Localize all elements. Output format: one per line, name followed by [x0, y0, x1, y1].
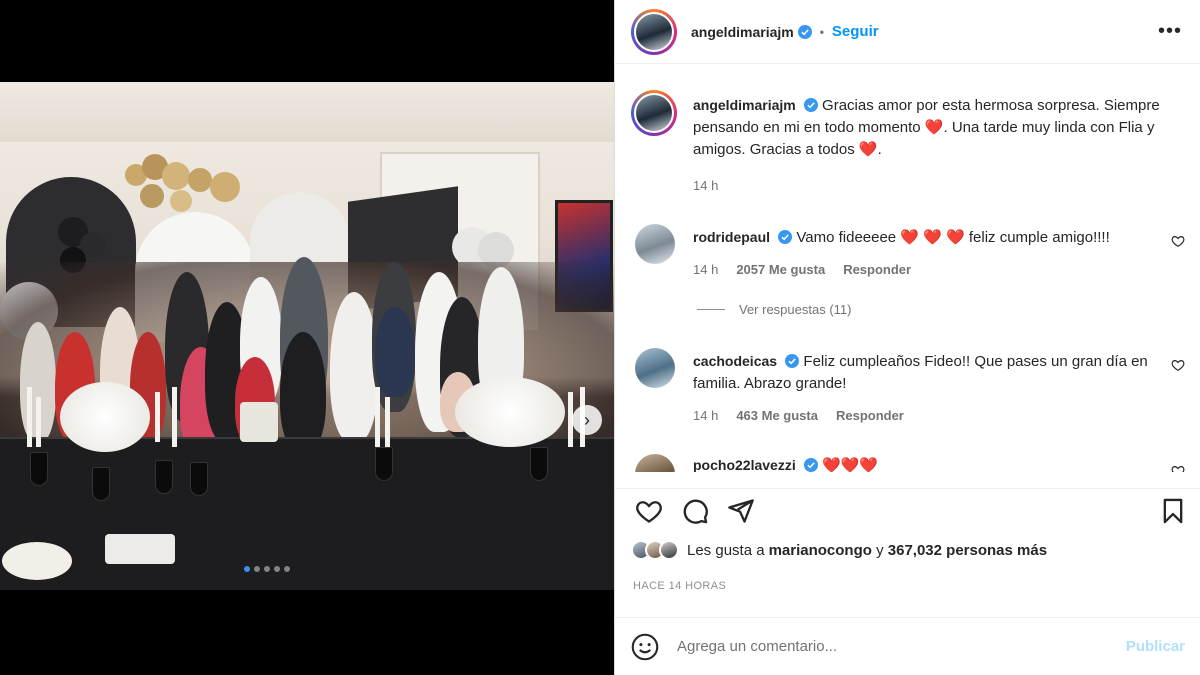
action-bar: [615, 488, 1200, 530]
comment-input[interactable]: [677, 638, 1126, 655]
carousel-dot-2: [254, 566, 260, 572]
comment-username[interactable]: rodridepaul: [693, 229, 770, 245]
post-media: ›: [0, 0, 614, 675]
liker-username[interactable]: marianocongo: [769, 542, 872, 559]
like-icon[interactable]: [635, 497, 663, 525]
verified-icon: [803, 458, 818, 472]
caption-text: .: [877, 141, 882, 158]
like-comment-icon[interactable]: [1171, 464, 1185, 472]
like-comment-icon[interactable]: [1171, 358, 1185, 372]
comment-item: rodridepaul Vamo fideeeee ❤️ ❤️ ❤️ feliz…: [631, 224, 1191, 344]
comment-time: 14 h: [693, 408, 719, 423]
commenter-avatar[interactable]: [635, 454, 675, 472]
author-avatar[interactable]: [631, 8, 677, 55]
view-replies-label: Ver respuestas (11): [739, 302, 852, 317]
commenter-avatar[interactable]: [635, 224, 675, 264]
comments-list[interactable]: angeldimariajm Gracias amor por esta her…: [615, 72, 1200, 472]
reply-button[interactable]: Responder: [836, 408, 904, 423]
view-replies-button[interactable]: Ver respuestas (11): [697, 302, 851, 317]
emoji-icon[interactable]: [631, 633, 659, 661]
share-icon[interactable]: [727, 497, 755, 525]
next-photo-button[interactable]: ›: [572, 405, 602, 435]
comment-time: 14 h: [693, 262, 719, 277]
comment-item: pocho22lavezzi ❤️❤️❤️: [631, 454, 1191, 472]
post-caption: angeldimariajm Gracias amor por esta her…: [631, 90, 1191, 200]
verified-icon: [785, 354, 800, 368]
post-panel: angeldimariajm • Seguir ••• angeldimaria…: [614, 0, 1200, 675]
carousel-dot-4: [274, 566, 280, 572]
carousel-dots: [244, 566, 290, 572]
comment-text: feliz cumple amigo!!!!: [964, 229, 1110, 246]
comment-likes[interactable]: 2057 Me gusta: [736, 262, 825, 277]
heart-emoji: ❤️: [924, 119, 944, 136]
likes-prefix: Les gusta a: [687, 541, 765, 559]
verified-icon: [797, 24, 812, 39]
post-timestamp[interactable]: HACE 14 HORAS: [633, 580, 726, 592]
verified-icon: [803, 98, 818, 112]
replies-line: [697, 309, 725, 310]
likers-avatars[interactable]: [631, 540, 679, 560]
carousel-dot-1: [244, 566, 250, 572]
heart-emoji: ❤️❤️❤️: [822, 457, 879, 472]
more-options-icon[interactable]: •••: [1158, 21, 1182, 41]
comment-composer: Publicar: [615, 617, 1200, 675]
follow-button[interactable]: Seguir: [832, 23, 879, 40]
caption-username[interactable]: angeldimariajm: [693, 97, 796, 113]
save-icon[interactable]: [1159, 497, 1187, 525]
post-photo[interactable]: ›: [0, 82, 614, 590]
likes-middle: y: [871, 541, 888, 559]
comment-icon[interactable]: [681, 497, 709, 525]
publish-button[interactable]: Publicar: [1126, 638, 1185, 655]
comment-username[interactable]: pocho22lavezzi: [693, 457, 796, 472]
heart-emoji: ❤️: [858, 141, 878, 158]
photo-table: [0, 437, 614, 590]
comment-item: cachodeicas Feliz cumpleaños Fideo!! Que…: [631, 348, 1191, 438]
heart-emoji: ❤️ ❤️ ❤️: [900, 229, 965, 246]
photo-ceiling: [0, 82, 614, 142]
carousel-dot-3: [264, 566, 270, 572]
commenter-avatar[interactable]: [635, 348, 675, 388]
comment-text: Vamo fideeeee: [796, 229, 901, 246]
likes-count[interactable]: 367,032 personas más: [888, 542, 1047, 559]
photo-cake: [240, 402, 278, 442]
post-header: angeldimariajm • Seguir •••: [615, 0, 1200, 64]
comment-username[interactable]: cachodeicas: [693, 353, 777, 369]
comment-likes[interactable]: 463 Me gusta: [736, 408, 818, 423]
verified-icon: [778, 230, 793, 244]
caption-avatar[interactable]: [631, 90, 677, 136]
carousel-dot-5: [284, 566, 290, 572]
likes-summary: Les gusta a marianocongo y 367,032 perso…: [631, 540, 1047, 560]
author-username[interactable]: angeldimariajm: [691, 24, 794, 40]
reply-button[interactable]: Responder: [843, 262, 911, 277]
like-comment-icon[interactable]: [1171, 234, 1185, 248]
caption-time: 14 h: [693, 178, 719, 193]
